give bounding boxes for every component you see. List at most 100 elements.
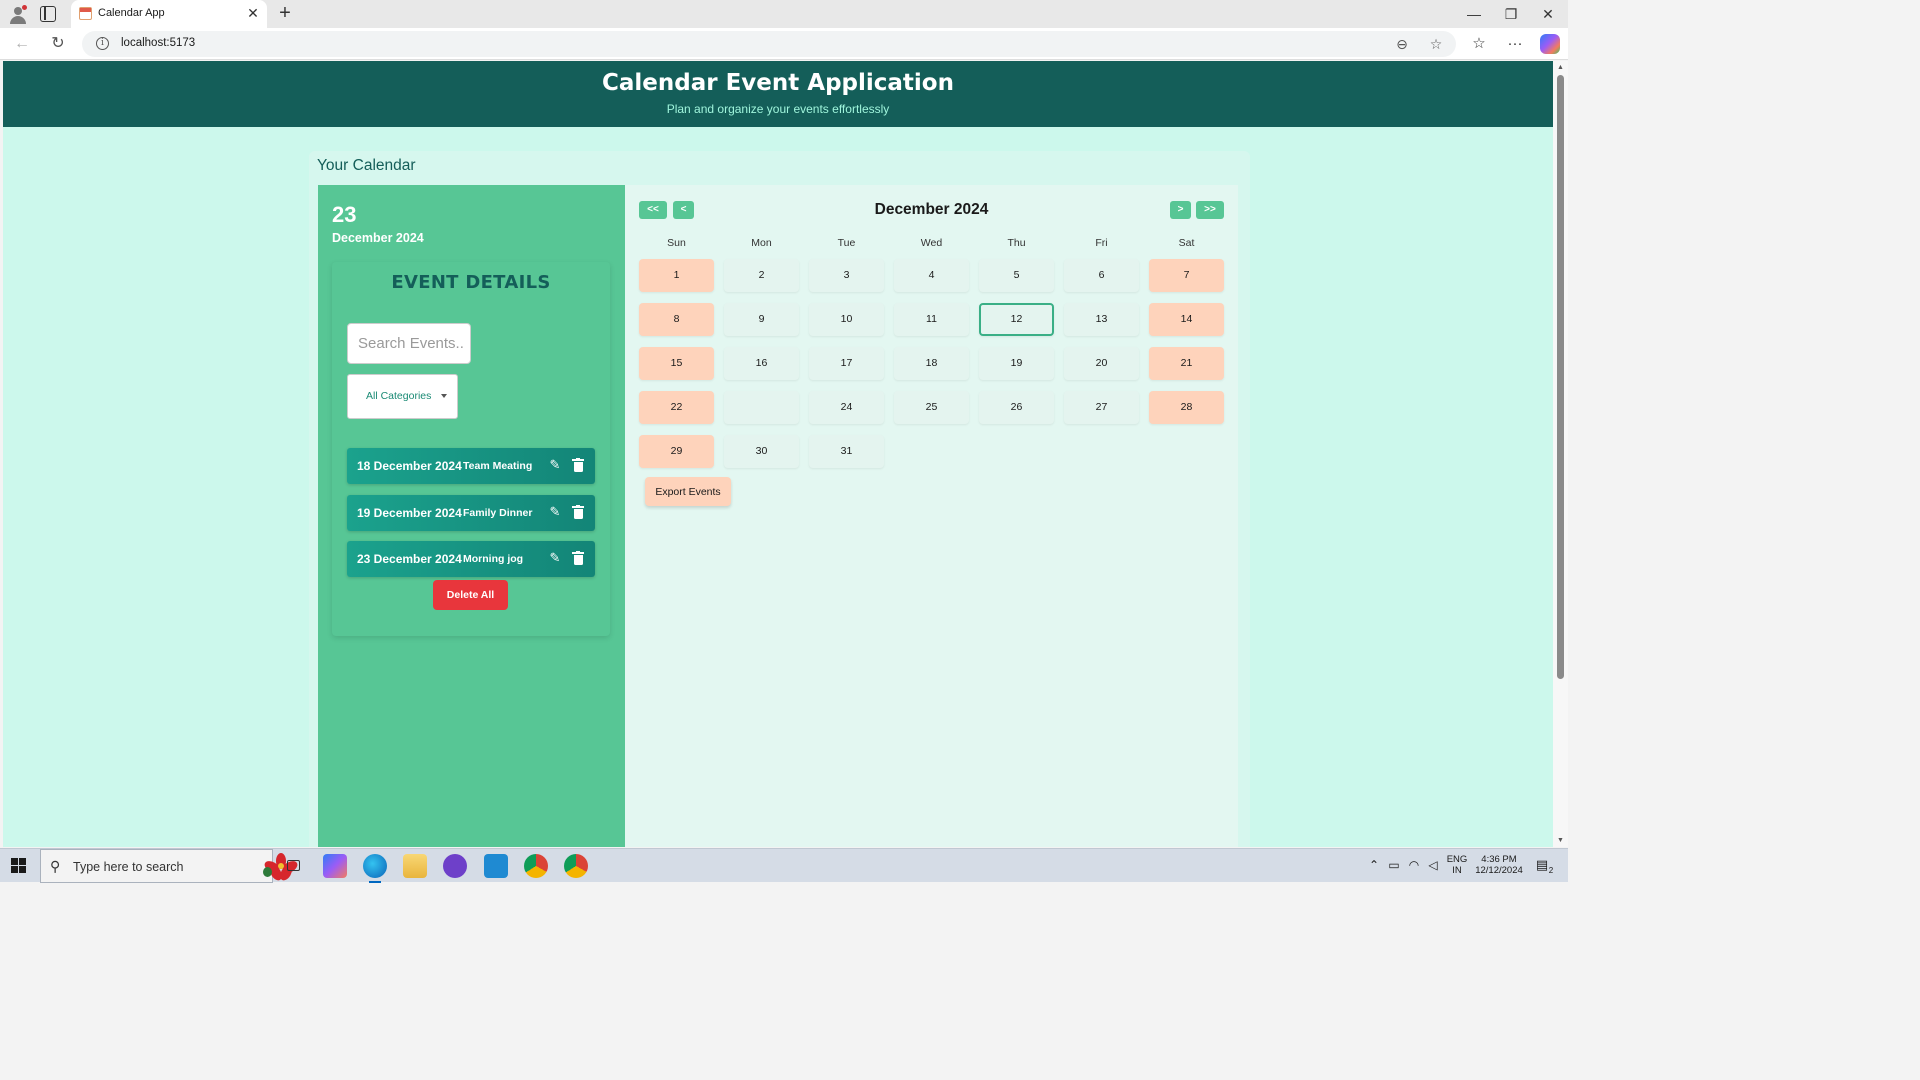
app-title: Calendar Event Application xyxy=(602,70,954,96)
profile-icon[interactable] xyxy=(8,5,28,25)
vscode-icon[interactable] xyxy=(484,854,508,878)
browser-tab-strip: Calendar App ✕ + — ❐ ✕ xyxy=(0,0,1568,28)
calendar-day-cell[interactable]: 30 xyxy=(724,435,799,468)
calendar-grid-panel: << < December 2024 > >> Sun Mon Tue Wed Thu F… xyxy=(625,185,1238,847)
chevron-up-icon[interactable]: ⌃ xyxy=(1367,858,1381,872)
scrollbar-thumb[interactable] xyxy=(1557,75,1564,679)
language-code: ENG xyxy=(1446,854,1468,865)
calendar-day-cell[interactable]: 8 xyxy=(639,303,714,336)
calendar-day-cell[interactable]: 26 xyxy=(979,391,1054,424)
clock[interactable]: 4:36 PM 12/12/2024 xyxy=(1472,854,1526,876)
url-text[interactable]: localhost:5173 xyxy=(121,37,195,49)
browser-tab[interactable]: Calendar App ✕ xyxy=(71,0,267,28)
edge-browser-icon[interactable] xyxy=(363,854,387,883)
tab-actions-icon[interactable] xyxy=(40,6,56,22)
calendar-day-cell[interactable]: 14 xyxy=(1149,303,1224,336)
app-header: Calendar Event Application Plan and orga… xyxy=(3,61,1553,127)
windows-start-icon[interactable] xyxy=(11,858,26,873)
restore-button[interactable]: ❐ xyxy=(1502,5,1520,23)
calendar-day-cell[interactable]: 28 xyxy=(1149,391,1224,424)
window-close-button[interactable]: ✕ xyxy=(1539,5,1557,23)
calendar-day-cell[interactable]: 25 xyxy=(894,391,969,424)
site-info-icon[interactable]: i xyxy=(96,37,109,50)
zoom-out-icon[interactable]: ⊖ xyxy=(1394,36,1410,52)
calendar-day-cell[interactable]: 20 xyxy=(1064,347,1139,380)
chevron-down-icon xyxy=(441,394,447,398)
task-view-icon[interactable] xyxy=(282,854,306,878)
calendar-day-cell[interactable]: 5 xyxy=(979,259,1054,292)
refresh-icon[interactable]: ↻ xyxy=(48,34,68,54)
calendar-day-cell[interactable]: 9 xyxy=(724,303,799,336)
calendar-day-cell[interactable]: 21 xyxy=(1149,347,1224,380)
event-name: Family Dinner xyxy=(463,507,533,519)
event-item[interactable]: 18 December 2024 Team Meating ✎ xyxy=(347,448,595,484)
calendar-day-cell[interactable]: 15 xyxy=(639,347,714,380)
tab-title: Calendar App xyxy=(98,7,165,19)
search-events-input[interactable] xyxy=(347,323,471,364)
event-item[interactable]: 19 December 2024 Family Dinner ✎ xyxy=(347,495,595,531)
delete-all-button[interactable]: Delete All xyxy=(433,580,508,610)
calendar-day-cell[interactable]: 10 xyxy=(809,303,884,336)
calendar-day-cell[interactable]: 23 xyxy=(724,391,799,424)
scroll-down-icon[interactable]: ▼ xyxy=(1556,836,1565,845)
category-select[interactable]: All Categories xyxy=(347,374,458,419)
github-desktop-icon[interactable] xyxy=(443,854,467,878)
language-indicator[interactable]: ENG IN xyxy=(1445,854,1469,876)
calendar-favicon-icon xyxy=(79,7,92,20)
calendar-day-cell[interactable]: 31 xyxy=(809,435,884,468)
calendar-day-cell[interactable]: 24 xyxy=(809,391,884,424)
taskbar-search-box[interactable]: ⚲ Type here to search xyxy=(40,849,300,883)
event-date: 23 December 2024 xyxy=(357,552,462,566)
minimize-button[interactable]: — xyxy=(1465,5,1483,23)
event-sidebar: 23 December 2024 EVENT DETAILS All Categ… xyxy=(318,185,625,847)
meet-now-icon[interactable]: ▭ xyxy=(1387,858,1401,872)
edit-pencil-icon[interactable]: ✎ xyxy=(548,458,562,472)
volume-icon[interactable]: ◁ xyxy=(1426,858,1440,872)
next-month-button[interactable]: > xyxy=(1170,201,1191,219)
more-icon[interactable]: ··· xyxy=(1505,34,1525,54)
event-item[interactable]: 23 December 2024 Morning jog ✎ xyxy=(347,541,595,577)
scroll-up-icon[interactable]: ▲ xyxy=(1556,63,1565,72)
wifi-icon[interactable]: ◠ xyxy=(1407,858,1421,872)
calendar-day-cell[interactable]: 6 xyxy=(1064,259,1139,292)
calendar-day-cell[interactable]: 3 xyxy=(809,259,884,292)
chrome-profile-icon[interactable] xyxy=(564,854,588,878)
app-subtitle: Plan and organize your events effortless… xyxy=(666,102,890,116)
next-year-button[interactable]: >> xyxy=(1196,201,1224,219)
category-selected-value: All Categories xyxy=(366,390,432,402)
favorites-icon[interactable]: ☆ xyxy=(1469,34,1489,54)
export-events-button[interactable]: Export Events xyxy=(645,477,731,506)
weekday-header: Tue xyxy=(837,237,856,249)
file-explorer-icon[interactable] xyxy=(403,854,427,878)
calendar-day-cell[interactable]: 11 xyxy=(894,303,969,336)
copilot-app-icon[interactable] xyxy=(323,854,347,878)
trash-icon[interactable] xyxy=(572,505,584,519)
vertical-scrollbar[interactable]: ▲ ▼ xyxy=(1553,61,1568,847)
calendar-day-cell[interactable]: 4 xyxy=(894,259,969,292)
calendar-day-cell[interactable]: 16 xyxy=(724,347,799,380)
calendar-day-cell[interactable]: 13 xyxy=(1064,303,1139,336)
calendar-day-cell[interactable]: 2 xyxy=(724,259,799,292)
calendar-day-cell[interactable]: 17 xyxy=(809,347,884,380)
calendar-day-cell[interactable]: 12 xyxy=(979,303,1054,336)
address-bar: ← ↻ i localhost:5173 ⊖ ☆ ☆ ··· xyxy=(0,28,1568,60)
tab-close-icon[interactable]: ✕ xyxy=(245,5,261,21)
chrome-icon[interactable] xyxy=(524,854,548,878)
calendar-day-cell[interactable]: 18 xyxy=(894,347,969,380)
region-code: IN xyxy=(1452,865,1462,876)
calendar-day-cell[interactable]: 27 xyxy=(1064,391,1139,424)
edit-pencil-icon[interactable]: ✎ xyxy=(548,551,562,565)
back-icon[interactable]: ← xyxy=(12,34,32,54)
copilot-icon[interactable] xyxy=(1540,34,1560,54)
calendar-day-cell[interactable]: 7 xyxy=(1149,259,1224,292)
new-tab-button[interactable]: + xyxy=(276,3,294,23)
edit-pencil-icon[interactable]: ✎ xyxy=(548,505,562,519)
calendar-day-cell[interactable]: 29 xyxy=(639,435,714,468)
calendar-day-cell[interactable]: 19 xyxy=(979,347,1054,380)
trash-icon[interactable] xyxy=(572,551,584,565)
url-field[interactable]: i localhost:5173 ⊖ ☆ xyxy=(82,31,1456,57)
favorite-star-icon[interactable]: ☆ xyxy=(1428,36,1444,52)
calendar-day-cell[interactable]: 1 xyxy=(639,259,714,292)
trash-icon[interactable] xyxy=(572,458,584,472)
calendar-day-cell[interactable]: 22 xyxy=(639,391,714,424)
